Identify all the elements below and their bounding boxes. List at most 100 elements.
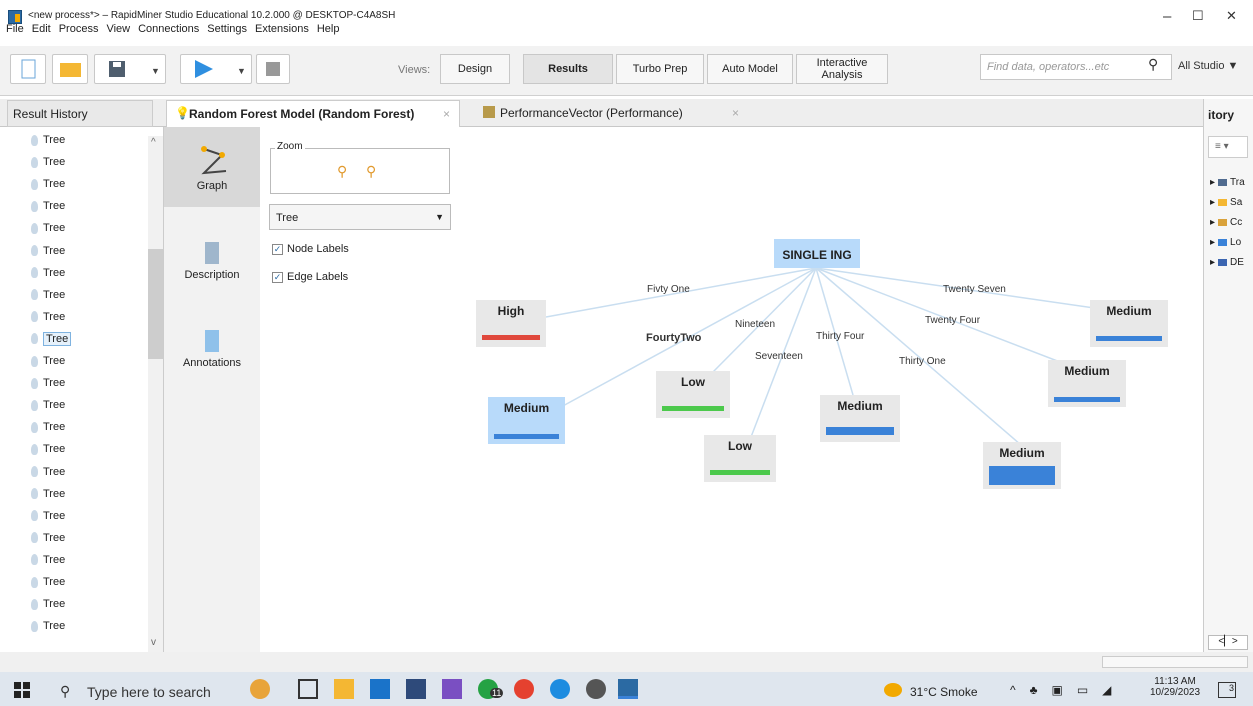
menu-edit[interactable]: Edit — [32, 23, 51, 35]
list-item[interactable]: Tree — [31, 309, 65, 325]
list-item[interactable]: Tree — [31, 287, 65, 303]
tree-list-scrollbar[interactable] — [148, 136, 163, 652]
list-item[interactable]: Tree — [31, 486, 65, 502]
windows-start-icon[interactable] — [14, 682, 30, 701]
list-item[interactable]: Tree — [31, 574, 65, 590]
repo-item[interactable]: ▸ Tra — [1210, 177, 1245, 188]
leaf-node-high[interactable]: High — [476, 300, 546, 347]
notification-icon[interactable]: 3 — [1218, 682, 1236, 698]
news-widget-icon[interactable] — [250, 679, 270, 699]
tab-auto-model[interactable]: Auto Model — [707, 54, 793, 84]
sidebar-item-description[interactable]: Description — [164, 240, 260, 300]
settings-gear-icon[interactable] — [586, 679, 606, 699]
list-item[interactable]: Tree — [31, 331, 72, 347]
list-item[interactable]: Tree — [31, 220, 65, 236]
root-node[interactable]: SINGLE ING — [774, 239, 860, 268]
stop-button[interactable] — [256, 54, 290, 84]
chrome-icon[interactable] — [514, 679, 534, 699]
list-item[interactable]: Tree — [31, 176, 65, 192]
list-item[interactable]: Tree — [31, 265, 65, 281]
close-tab-icon[interactable]: × — [443, 107, 450, 121]
edge-label: Seventeen — [755, 351, 803, 362]
menu-extensions[interactable]: Extensions — [255, 23, 309, 35]
tab-random-forest-model[interactable]: 💡 Random Forest Model (Random Forest) × — [166, 100, 460, 127]
leaf-node-medium[interactable]: Medium — [983, 442, 1061, 489]
run-button[interactable]: ▼ — [180, 54, 252, 84]
save-button[interactable]: ▼ — [94, 54, 166, 84]
edge-browser-icon[interactable] — [550, 679, 570, 699]
tab-design[interactable]: Design — [440, 54, 510, 84]
list-item[interactable]: Tree — [31, 618, 65, 634]
list-item[interactable]: Tree — [31, 508, 65, 524]
menu-connections[interactable]: Connections — [138, 23, 199, 35]
store-icon[interactable] — [406, 679, 426, 699]
scroll-down-icon[interactable]: v — [151, 637, 156, 648]
list-item[interactable]: Tree — [31, 419, 65, 435]
menu-view[interactable]: View — [106, 23, 130, 35]
system-tray-icons[interactable]: ^♣▣▭◢ — [1010, 683, 1125, 697]
task-view-icon[interactable] — [298, 679, 318, 699]
layout-select[interactable]: Tree ▼ — [269, 204, 451, 230]
tab-turbo-prep[interactable]: Turbo Prep — [616, 54, 704, 84]
close-button[interactable]: ✕ — [1226, 8, 1237, 24]
repo-item[interactable]: ▸ Lo — [1210, 237, 1241, 248]
visual-studio-icon[interactable] — [442, 679, 462, 699]
menu-file[interactable]: File — [6, 23, 24, 35]
list-item[interactable]: Tree — [31, 154, 65, 170]
minimize-button[interactable]: – — [1163, 8, 1171, 25]
list-item[interactable]: Tree — [31, 243, 65, 259]
leaf-node-medium[interactable]: Medium — [488, 397, 565, 444]
tab-results[interactable]: Results — [523, 54, 613, 84]
tab-interactive-analysis[interactable]: Interactive Analysis — [796, 54, 888, 84]
taskbar-search-input[interactable]: Type here to search — [87, 684, 211, 700]
zoom-in-icon[interactable]: ⚲ — [337, 163, 347, 180]
list-item[interactable]: Tree — [31, 596, 65, 612]
list-item[interactable]: Tree — [31, 375, 65, 391]
weather-text[interactable]: 31°C Smoke — [910, 685, 978, 699]
open-button[interactable] — [52, 54, 88, 84]
repository-menu-button[interactable]: ≡ ▾ — [1208, 136, 1248, 158]
repo-item[interactable]: ▸ DE — [1210, 257, 1244, 268]
repo-item[interactable]: ▸ Cc — [1210, 217, 1242, 228]
search-input[interactable]: Find data, operators...etc — [980, 54, 1172, 80]
leaf-node-medium[interactable]: Medium — [820, 395, 900, 442]
sidebar-item-graph[interactable]: Graph — [164, 127, 260, 207]
scroll-up-icon[interactable]: ^ — [151, 137, 156, 148]
sidebar-item-annotations[interactable]: Annotations — [164, 328, 260, 388]
clock[interactable]: 11:13 AM 10/29/2023 — [1150, 676, 1200, 698]
horizontal-scroll-arrows[interactable]: <▏> — [1208, 635, 1248, 650]
file-explorer-icon[interactable] — [334, 679, 354, 699]
node-labels-checkbox[interactable]: ✓ Node Labels — [272, 243, 349, 255]
list-item[interactable]: Tree — [31, 397, 65, 413]
scrollbar-thumb[interactable] — [148, 249, 163, 359]
scope-dropdown[interactable]: All Studio ▼ — [1178, 60, 1238, 72]
edge-labels-checkbox[interactable]: ✓ Edge Labels — [272, 271, 348, 283]
tab-performance-vector[interactable]: PerformanceVector (Performance) × — [478, 100, 748, 127]
tree-item-label: Tree — [43, 443, 66, 456]
menu-settings[interactable]: Settings — [207, 23, 247, 35]
list-item[interactable]: Tree — [31, 464, 65, 480]
leaf-node-low[interactable]: Low — [656, 371, 730, 418]
list-item[interactable]: Tree — [31, 552, 65, 568]
menu-process[interactable]: Process — [59, 23, 99, 35]
list-item[interactable]: Tree — [31, 132, 65, 148]
close-tab-icon[interactable]: × — [732, 106, 739, 120]
leaf-node-medium[interactable]: Medium — [1048, 360, 1126, 407]
result-history-tab[interactable]: Result History — [7, 100, 153, 127]
leaf-node-low[interactable]: Low — [704, 435, 776, 482]
menu-help[interactable]: Help — [317, 23, 340, 35]
leaf-node-medium[interactable]: Medium — [1090, 300, 1168, 347]
list-item[interactable]: Tree — [31, 198, 65, 214]
tree-graph-canvas[interactable]: SINGLE ING High Medium Low Low Medium Me… — [461, 127, 1203, 652]
mail-icon[interactable] — [370, 679, 390, 699]
new-process-button[interactable] — [10, 54, 46, 84]
repo-item[interactable]: ▸ Sa — [1210, 197, 1242, 208]
list-item[interactable]: Tree — [31, 441, 65, 457]
zoom-out-icon[interactable]: ⚲ — [366, 163, 376, 180]
rapidminer-taskbar-icon[interactable] — [618, 679, 638, 699]
list-item[interactable]: Tree — [31, 530, 65, 546]
maximize-button[interactable]: ☐ — [1192, 8, 1204, 24]
search-icon[interactable]: ⚲ — [1148, 56, 1158, 73]
list-item[interactable]: Tree — [31, 353, 65, 369]
taskbar-search-icon[interactable]: ⚲ — [60, 683, 70, 700]
